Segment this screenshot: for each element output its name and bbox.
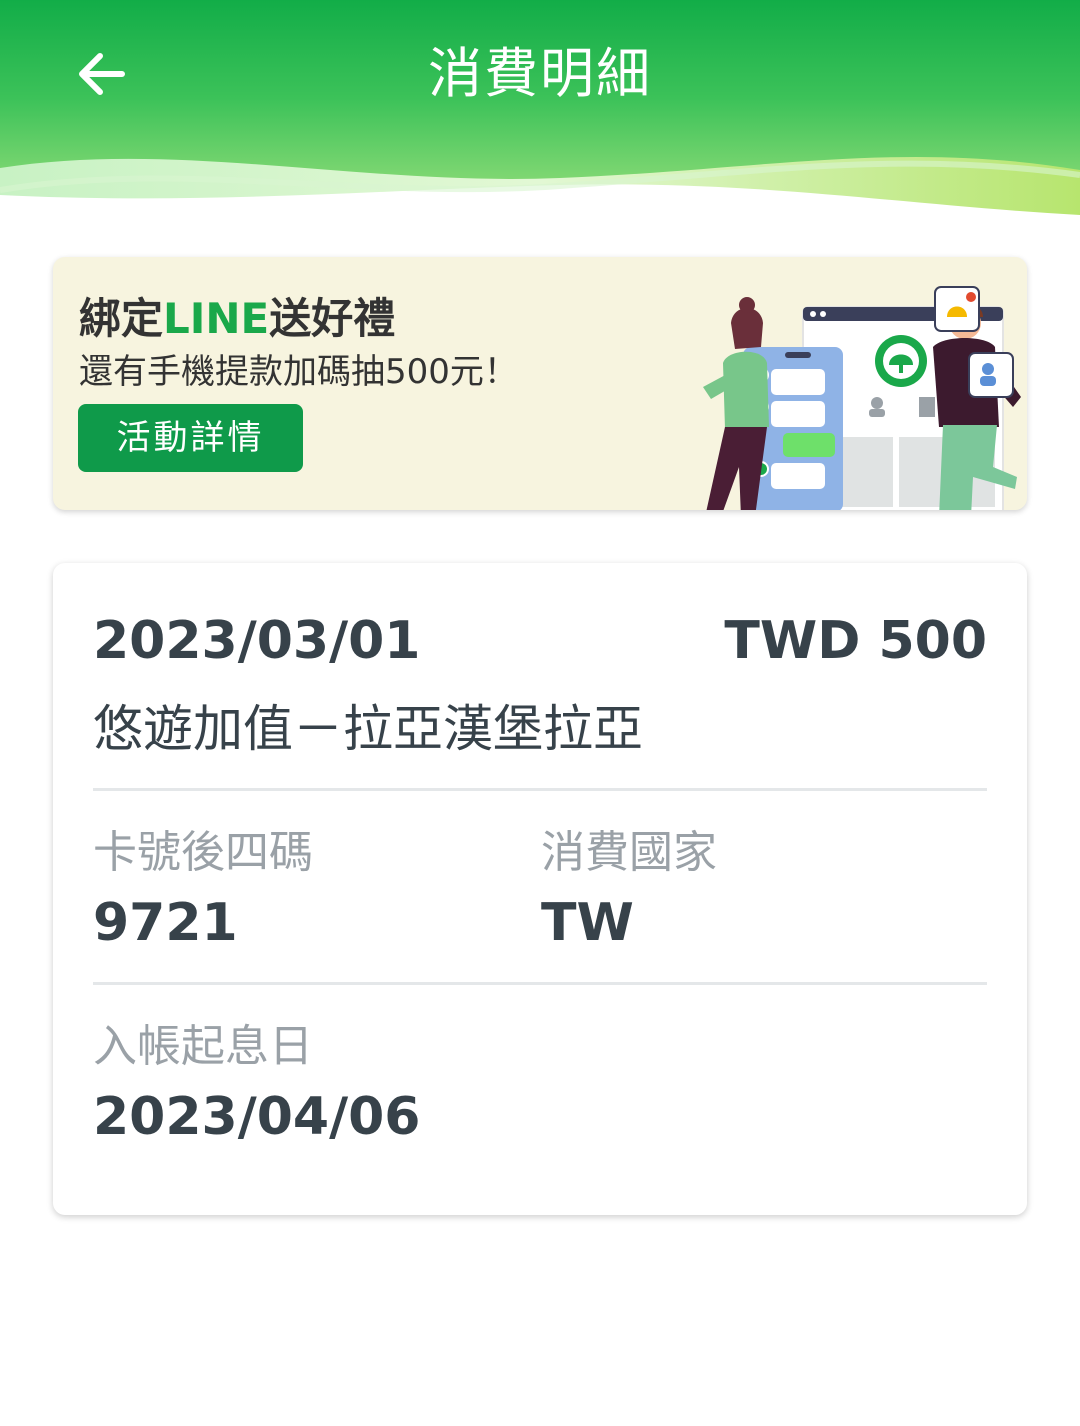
card-last4-value: 9721 bbox=[93, 893, 238, 953]
transaction-detail-card: 2023/03/01 TWD 500 悠遊加值－拉亞漢堡拉亞 卡號後四碼 972… bbox=[53, 563, 1027, 1215]
transaction-merchant: 悠遊加值－拉亞漢堡拉亞 bbox=[93, 700, 643, 758]
promo-title-suffix: 送好禮 bbox=[269, 294, 396, 343]
promo-title: 綁定LINE送好禮 bbox=[79, 291, 395, 347]
transaction-date: 2023/03/01 bbox=[93, 611, 421, 671]
divider bbox=[93, 788, 987, 791]
promo-illustration bbox=[703, 286, 1021, 510]
posting-date-label: 入帳起息日 bbox=[93, 1021, 313, 1072]
country-label: 消費國家 bbox=[541, 827, 717, 878]
promo-title-accent: LINE bbox=[163, 294, 270, 343]
country-value: TW bbox=[541, 893, 634, 953]
app-header: 消費明細 bbox=[0, 0, 1080, 220]
page-title: 消費明細 bbox=[428, 42, 652, 105]
promo-title-prefix: 綁定 bbox=[79, 294, 164, 343]
line-promo-banner[interactable]: 綁定LINE送好禮 還有手機提款加碼抽500元！ 活動詳情 bbox=[53, 257, 1027, 510]
activity-details-button[interactable]: 活動詳情 bbox=[78, 404, 303, 472]
posting-date-value: 2023/04/06 bbox=[93, 1087, 421, 1147]
transaction-amount: TWD 500 bbox=[724, 611, 987, 671]
promo-subtitle: 還有手機提款加碼抽500元！ bbox=[79, 352, 518, 392]
divider bbox=[93, 982, 987, 985]
card-last4-label: 卡號後四碼 bbox=[93, 827, 313, 878]
